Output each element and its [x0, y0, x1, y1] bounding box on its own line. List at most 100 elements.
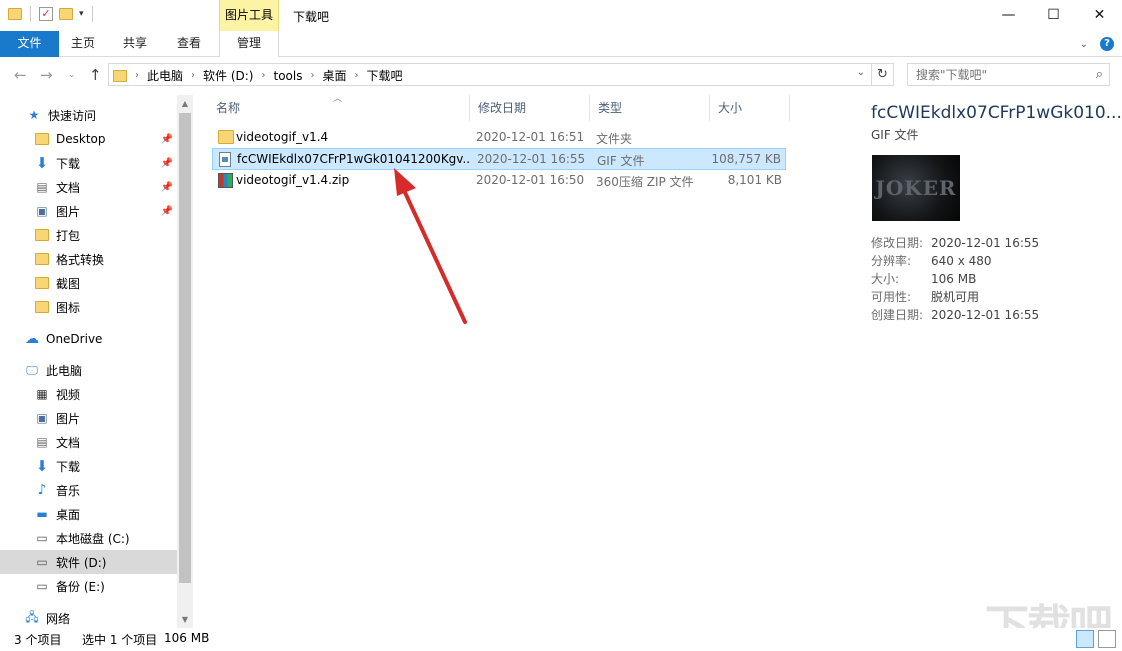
column-type[interactable]: 类型: [590, 95, 710, 121]
search-input[interactable]: [908, 64, 1078, 85]
nav-item-icons[interactable]: 图标: [0, 295, 177, 319]
forward-icon[interactable]: →: [40, 66, 53, 84]
detail-key: 分辨率:: [871, 254, 912, 268]
search-box[interactable]: ⌕: [907, 63, 1110, 86]
desktop-icon: ▬: [36, 507, 48, 521]
nav-item-screenshots[interactable]: 截图: [0, 271, 177, 295]
large-icons-view-icon[interactable]: [1098, 630, 1116, 648]
folder-icon: [113, 69, 127, 82]
breadcrumb-current[interactable]: 下载吧: [360, 67, 408, 84]
new-folder-icon[interactable]: [59, 8, 73, 20]
detail-value: 2020-12-01 16:55: [931, 236, 1040, 250]
scrollbar-thumb[interactable]: [179, 113, 191, 583]
nav-item-format-convert[interactable]: 格式转换: [0, 247, 177, 271]
tab-view[interactable]: 查看: [164, 31, 214, 57]
pin-icon[interactable]: 📌: [161, 134, 173, 145]
close-button[interactable]: ✕: [1077, 0, 1122, 31]
nav-quick-access[interactable]: ★ 快速访问: [0, 103, 177, 127]
column-name[interactable]: 名称: [208, 95, 470, 121]
recent-locations-icon[interactable]: ⌄: [68, 70, 76, 80]
title-bar: ✓ ▾ 图片工具 下载吧 — ☐ ✕: [0, 0, 1122, 31]
nav-item-downloads[interactable]: ⬇ 下载 📌: [0, 151, 177, 175]
nav-label: 备份 (E:): [56, 579, 105, 594]
folder-icon: [35, 301, 49, 313]
nav-item-drive-d[interactable]: ▭ 软件 (D:): [0, 550, 177, 574]
chevron-right-icon[interactable]: ›: [133, 70, 141, 81]
nav-scrollbar[interactable]: ▲ ▼: [177, 95, 193, 628]
details-view-icon[interactable]: [1076, 630, 1094, 648]
minimize-button[interactable]: —: [986, 0, 1031, 31]
nav-item-drive-c[interactable]: ▭ 本地磁盘 (C:): [0, 526, 177, 550]
nav-label: 图片: [56, 204, 81, 219]
nav-this-pc[interactable]: 🖵 此电脑: [0, 358, 177, 382]
up-icon[interactable]: ↑: [89, 66, 102, 84]
file-row-selected[interactable]: fcCWIEkdlx07CFrP1wGk01041200Kgv... 2020-…: [212, 148, 786, 170]
nav-item-drive-e[interactable]: ▭ 备份 (E:): [0, 574, 177, 598]
navigation-pane: ★ 快速访问 Desktop 📌 ⬇ 下载 📌 ▤ 文档 📌 ▣ 图片 📌 打包…: [0, 95, 193, 628]
chevron-right-icon[interactable]: ›: [352, 70, 360, 81]
chevron-right-icon[interactable]: ›: [259, 70, 267, 81]
breadcrumb-tools[interactable]: tools: [267, 69, 308, 83]
nav-item-music[interactable]: ♪ 音乐: [0, 478, 177, 502]
detail-created: 创建日期: 2020-12-01 16:55: [871, 306, 1039, 323]
network-icon: 🖧: [25, 609, 39, 624]
detail-availability: 可用性: 脱机可用: [871, 288, 979, 305]
nav-label: 文档: [56, 180, 81, 195]
breadcrumb-drive-d[interactable]: 软件 (D:): [197, 67, 259, 84]
file-row[interactable]: videotogif_v1.4 2020-12-01 16:51 文件夹: [212, 127, 786, 149]
chevron-right-icon[interactable]: ›: [189, 70, 197, 81]
divider: [30, 6, 31, 22]
address-dropdown-icon[interactable]: ⌄: [857, 67, 865, 78]
picture-tools-context-header: 图片工具: [219, 0, 279, 31]
file-row[interactable]: videotogif_v1.4.zip 2020-12-01 16:50 360…: [212, 170, 786, 192]
address-bar[interactable]: › 此电脑 › 软件 (D:) › tools › 桌面 › 下载吧 ⌄ ↻: [108, 63, 894, 86]
nav-item-pc-downloads[interactable]: ⬇ 下载: [0, 454, 177, 478]
nav-label: 本地磁盘 (C:): [56, 531, 130, 546]
customize-toolbar-icon[interactable]: ▾: [79, 9, 84, 19]
file-size: 8,101 KB: [727, 173, 782, 187]
column-date[interactable]: 修改日期: [470, 95, 590, 121]
detail-size: 大小: 106 MB: [871, 270, 976, 287]
cloud-icon: ☁: [25, 331, 39, 347]
breadcrumb-desktop[interactable]: 桌面: [316, 67, 352, 84]
nav-item-desktop[interactable]: Desktop 📌: [0, 127, 177, 151]
expand-ribbon-icon[interactable]: ⌄: [1080, 39, 1088, 50]
refresh-icon[interactable]: ↻: [871, 64, 893, 85]
pin-icon[interactable]: 📌: [161, 158, 173, 169]
chevron-right-icon[interactable]: ›: [308, 70, 316, 81]
nav-label: 格式转换: [56, 252, 105, 267]
back-icon[interactable]: ←: [14, 66, 27, 84]
nav-label: 软件 (D:): [56, 555, 107, 570]
help-icon[interactable]: ?: [1100, 37, 1114, 51]
pin-icon[interactable]: 📌: [161, 182, 173, 193]
nav-network[interactable]: 🖧 网络: [0, 606, 177, 630]
tab-share[interactable]: 共享: [111, 31, 159, 57]
nav-label: 打包: [56, 228, 81, 243]
details-title: fcCWIEkdlx07CFrP1wGk010...: [871, 103, 1122, 123]
scroll-down-icon[interactable]: ▼: [177, 615, 193, 624]
nav-label: 网络: [46, 611, 71, 626]
tab-manage[interactable]: 管理: [219, 31, 279, 58]
nav-item-pc-desktop[interactable]: ▬ 桌面: [0, 502, 177, 526]
nav-item-pc-pictures[interactable]: ▣ 图片: [0, 406, 177, 430]
folder-icon: [8, 8, 22, 20]
nav-label: 下载: [56, 459, 81, 474]
nav-item-documents[interactable]: ▤ 文档 📌: [0, 175, 177, 199]
breadcrumb-this-pc[interactable]: 此电脑: [141, 67, 189, 84]
properties-icon[interactable]: ✓: [39, 7, 53, 21]
pin-icon[interactable]: 📌: [161, 206, 173, 217]
star-icon: ★: [28, 108, 40, 122]
nav-label: 快速访问: [48, 108, 97, 123]
nav-onedrive[interactable]: ☁ OneDrive: [0, 327, 177, 351]
tab-home[interactable]: 主页: [59, 31, 107, 57]
nav-item-pack[interactable]: 打包: [0, 223, 177, 247]
computer-icon: 🖵: [26, 362, 38, 377]
maximize-button[interactable]: ☐: [1031, 0, 1076, 31]
column-size[interactable]: 大小: [710, 95, 790, 121]
nav-item-pc-documents[interactable]: ▤ 文档: [0, 430, 177, 454]
nav-label: 图标: [56, 300, 81, 315]
scroll-up-icon[interactable]: ▲: [177, 99, 193, 108]
nav-item-videos[interactable]: ▦ 视频: [0, 382, 177, 406]
tab-file[interactable]: 文件: [0, 31, 59, 57]
nav-item-pictures[interactable]: ▣ 图片 📌: [0, 199, 177, 223]
